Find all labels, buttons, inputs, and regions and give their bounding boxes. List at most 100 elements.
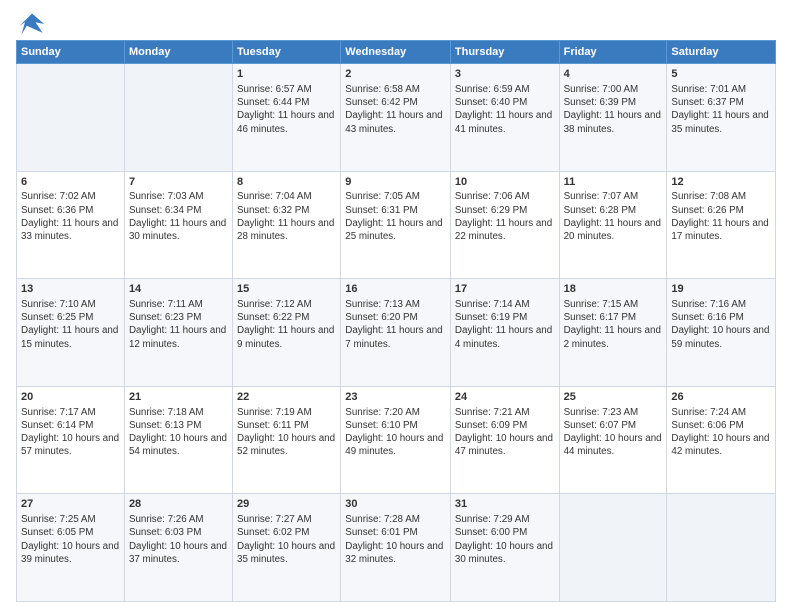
- day-info: Sunrise: 7:16 AM Sunset: 6:16 PM Dayligh…: [671, 298, 771, 351]
- day-info: Sunrise: 7:26 AM Sunset: 6:03 PM Dayligh…: [129, 513, 228, 566]
- day-number: 31: [455, 497, 555, 512]
- day-number: 26: [671, 390, 771, 405]
- day-info: Sunrise: 7:23 AM Sunset: 6:07 PM Dayligh…: [564, 406, 663, 459]
- calendar-cell: 24Sunrise: 7:21 AM Sunset: 6:09 PM Dayli…: [450, 386, 559, 494]
- day-info: Sunrise: 7:24 AM Sunset: 6:06 PM Dayligh…: [671, 406, 771, 459]
- col-header-sunday: Sunday: [17, 41, 125, 64]
- day-info: Sunrise: 7:10 AM Sunset: 6:25 PM Dayligh…: [21, 298, 120, 351]
- day-number: 24: [455, 390, 555, 405]
- day-info: Sunrise: 7:18 AM Sunset: 6:13 PM Dayligh…: [129, 406, 228, 459]
- calendar-cell: 6Sunrise: 7:02 AM Sunset: 6:36 PM Daylig…: [17, 171, 125, 279]
- day-number: 18: [564, 282, 663, 297]
- day-number: 23: [345, 390, 446, 405]
- day-number: 5: [671, 67, 771, 82]
- day-info: Sunrise: 7:01 AM Sunset: 6:37 PM Dayligh…: [671, 83, 771, 136]
- col-header-tuesday: Tuesday: [233, 41, 341, 64]
- calendar-cell: 28Sunrise: 7:26 AM Sunset: 6:03 PM Dayli…: [124, 494, 232, 602]
- calendar-table: SundayMondayTuesdayWednesdayThursdayFrid…: [16, 40, 776, 602]
- day-info: Sunrise: 7:03 AM Sunset: 6:34 PM Dayligh…: [129, 190, 228, 243]
- page: SundayMondayTuesdayWednesdayThursdayFrid…: [0, 0, 792, 612]
- calendar-cell: 23Sunrise: 7:20 AM Sunset: 6:10 PM Dayli…: [341, 386, 451, 494]
- day-info: Sunrise: 7:27 AM Sunset: 6:02 PM Dayligh…: [237, 513, 336, 566]
- day-number: 8: [237, 175, 336, 190]
- calendar-cell: 1Sunrise: 6:57 AM Sunset: 6:44 PM Daylig…: [233, 64, 341, 172]
- calendar-cell: 19Sunrise: 7:16 AM Sunset: 6:16 PM Dayli…: [667, 279, 776, 387]
- calendar-week-row: 13Sunrise: 7:10 AM Sunset: 6:25 PM Dayli…: [17, 279, 776, 387]
- day-info: Sunrise: 7:19 AM Sunset: 6:11 PM Dayligh…: [237, 406, 336, 459]
- day-number: 16: [345, 282, 446, 297]
- calendar-cell: 7Sunrise: 7:03 AM Sunset: 6:34 PM Daylig…: [124, 171, 232, 279]
- calendar-cell: [559, 494, 667, 602]
- logo: [16, 10, 46, 34]
- day-info: Sunrise: 7:21 AM Sunset: 6:09 PM Dayligh…: [455, 406, 555, 459]
- day-number: 17: [455, 282, 555, 297]
- day-number: 7: [129, 175, 228, 190]
- calendar-cell: 22Sunrise: 7:19 AM Sunset: 6:11 PM Dayli…: [233, 386, 341, 494]
- day-number: 25: [564, 390, 663, 405]
- day-number: 28: [129, 497, 228, 512]
- calendar-week-row: 6Sunrise: 7:02 AM Sunset: 6:36 PM Daylig…: [17, 171, 776, 279]
- day-info: Sunrise: 7:12 AM Sunset: 6:22 PM Dayligh…: [237, 298, 336, 351]
- calendar-cell: [667, 494, 776, 602]
- day-info: Sunrise: 7:06 AM Sunset: 6:29 PM Dayligh…: [455, 190, 555, 243]
- day-number: 13: [21, 282, 120, 297]
- calendar-cell: 27Sunrise: 7:25 AM Sunset: 6:05 PM Dayli…: [17, 494, 125, 602]
- day-info: Sunrise: 7:17 AM Sunset: 6:14 PM Dayligh…: [21, 406, 120, 459]
- calendar-cell: 8Sunrise: 7:04 AM Sunset: 6:32 PM Daylig…: [233, 171, 341, 279]
- day-info: Sunrise: 7:20 AM Sunset: 6:10 PM Dayligh…: [345, 406, 446, 459]
- calendar-cell: 14Sunrise: 7:11 AM Sunset: 6:23 PM Dayli…: [124, 279, 232, 387]
- day-number: 19: [671, 282, 771, 297]
- day-number: 15: [237, 282, 336, 297]
- day-info: Sunrise: 7:05 AM Sunset: 6:31 PM Dayligh…: [345, 190, 446, 243]
- day-number: 14: [129, 282, 228, 297]
- day-info: Sunrise: 7:08 AM Sunset: 6:26 PM Dayligh…: [671, 190, 771, 243]
- header: [16, 10, 776, 34]
- day-info: Sunrise: 7:14 AM Sunset: 6:19 PM Dayligh…: [455, 298, 555, 351]
- day-info: Sunrise: 7:28 AM Sunset: 6:01 PM Dayligh…: [345, 513, 446, 566]
- calendar-cell: 13Sunrise: 7:10 AM Sunset: 6:25 PM Dayli…: [17, 279, 125, 387]
- calendar-cell: 20Sunrise: 7:17 AM Sunset: 6:14 PM Dayli…: [17, 386, 125, 494]
- calendar-cell: 10Sunrise: 7:06 AM Sunset: 6:29 PM Dayli…: [450, 171, 559, 279]
- day-info: Sunrise: 7:11 AM Sunset: 6:23 PM Dayligh…: [129, 298, 228, 351]
- calendar-cell: 17Sunrise: 7:14 AM Sunset: 6:19 PM Dayli…: [450, 279, 559, 387]
- day-number: 4: [564, 67, 663, 82]
- calendar-cell: 12Sunrise: 7:08 AM Sunset: 6:26 PM Dayli…: [667, 171, 776, 279]
- day-info: Sunrise: 7:29 AM Sunset: 6:00 PM Dayligh…: [455, 513, 555, 566]
- col-header-friday: Friday: [559, 41, 667, 64]
- logo-bird-icon: [18, 10, 46, 38]
- calendar-cell: 9Sunrise: 7:05 AM Sunset: 6:31 PM Daylig…: [341, 171, 451, 279]
- calendar-cell: [124, 64, 232, 172]
- calendar-cell: 4Sunrise: 7:00 AM Sunset: 6:39 PM Daylig…: [559, 64, 667, 172]
- calendar-cell: 11Sunrise: 7:07 AM Sunset: 6:28 PM Dayli…: [559, 171, 667, 279]
- day-number: 22: [237, 390, 336, 405]
- calendar-cell: 15Sunrise: 7:12 AM Sunset: 6:22 PM Dayli…: [233, 279, 341, 387]
- calendar-cell: 29Sunrise: 7:27 AM Sunset: 6:02 PM Dayli…: [233, 494, 341, 602]
- day-number: 2: [345, 67, 446, 82]
- day-number: 29: [237, 497, 336, 512]
- day-number: 30: [345, 497, 446, 512]
- day-info: Sunrise: 7:02 AM Sunset: 6:36 PM Dayligh…: [21, 190, 120, 243]
- col-header-wednesday: Wednesday: [341, 41, 451, 64]
- col-header-saturday: Saturday: [667, 41, 776, 64]
- calendar-week-row: 1Sunrise: 6:57 AM Sunset: 6:44 PM Daylig…: [17, 64, 776, 172]
- day-info: Sunrise: 7:04 AM Sunset: 6:32 PM Dayligh…: [237, 190, 336, 243]
- day-info: Sunrise: 6:59 AM Sunset: 6:40 PM Dayligh…: [455, 83, 555, 136]
- calendar-cell: 21Sunrise: 7:18 AM Sunset: 6:13 PM Dayli…: [124, 386, 232, 494]
- col-header-thursday: Thursday: [450, 41, 559, 64]
- calendar-cell: 2Sunrise: 6:58 AM Sunset: 6:42 PM Daylig…: [341, 64, 451, 172]
- calendar-week-row: 20Sunrise: 7:17 AM Sunset: 6:14 PM Dayli…: [17, 386, 776, 494]
- day-info: Sunrise: 7:00 AM Sunset: 6:39 PM Dayligh…: [564, 83, 663, 136]
- day-number: 11: [564, 175, 663, 190]
- day-number: 1: [237, 67, 336, 82]
- logo-text: [16, 10, 46, 38]
- day-number: 6: [21, 175, 120, 190]
- calendar-cell: 26Sunrise: 7:24 AM Sunset: 6:06 PM Dayli…: [667, 386, 776, 494]
- day-number: 27: [21, 497, 120, 512]
- day-number: 10: [455, 175, 555, 190]
- calendar-cell: 25Sunrise: 7:23 AM Sunset: 6:07 PM Dayli…: [559, 386, 667, 494]
- calendar-cell: 3Sunrise: 6:59 AM Sunset: 6:40 PM Daylig…: [450, 64, 559, 172]
- calendar-cell: 30Sunrise: 7:28 AM Sunset: 6:01 PM Dayli…: [341, 494, 451, 602]
- day-number: 21: [129, 390, 228, 405]
- day-info: Sunrise: 6:57 AM Sunset: 6:44 PM Dayligh…: [237, 83, 336, 136]
- day-info: Sunrise: 7:15 AM Sunset: 6:17 PM Dayligh…: [564, 298, 663, 351]
